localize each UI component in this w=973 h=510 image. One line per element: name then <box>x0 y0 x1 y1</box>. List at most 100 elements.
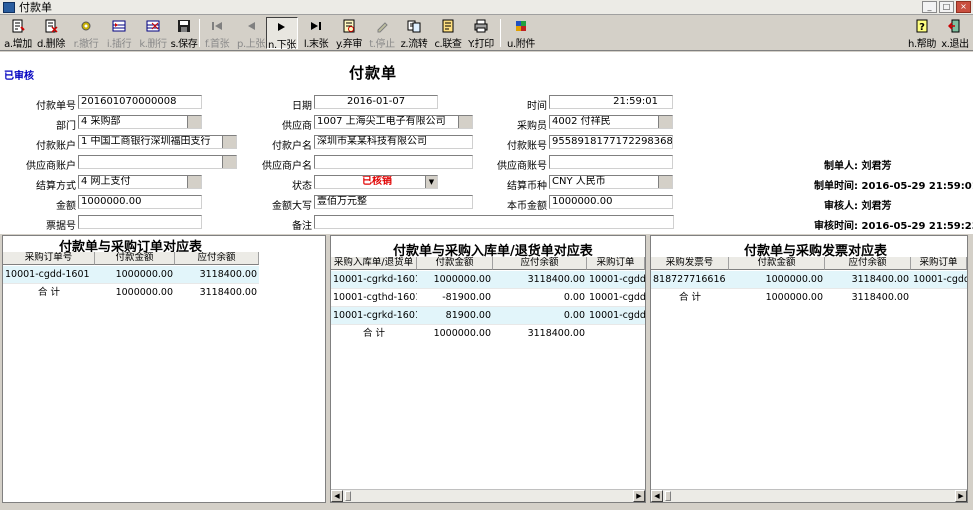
label-pay-account-no: 付款账号 <box>507 141 547 152</box>
table-cell: 10001-cgdd-1601 <box>5 269 90 280</box>
link-query-button[interactable]: c.联查 <box>432 17 464 50</box>
currency-field[interactable]: CNY 人民币 <box>549 175 673 189</box>
doc-no-field[interactable]: 201601070000008 <box>78 95 202 109</box>
scroll-left-icon[interactable]: ◀ <box>651 490 663 502</box>
label-supplier-account-name: 供应商户名 <box>262 161 312 172</box>
delete-row-button[interactable]: k.删行 <box>137 17 169 50</box>
table-cell: 1000000.00 <box>765 274 823 285</box>
dept-field[interactable]: 4 采购部 <box>78 115 202 129</box>
minimize-button[interactable]: _ <box>922 1 937 13</box>
label-time: 时间 <box>527 101 547 112</box>
dropdown-arrow-icon[interactable]: ▼ <box>425 176 437 188</box>
flow-button[interactable]: z.流转 <box>398 17 430 50</box>
lookup-button[interactable] <box>658 116 672 128</box>
help-button[interactable]: ? h.帮助 <box>906 17 938 50</box>
label-pay-account-name: 付款户名 <box>272 141 312 152</box>
help-icon: ? <box>915 19 929 33</box>
supplier-account-name-field[interactable] <box>314 155 473 169</box>
local-amount-field[interactable]: 1000000.00 <box>549 195 673 209</box>
horizontal-scrollbar[interactable]: ◀ ▶ <box>331 489 645 502</box>
amount-cn-field[interactable]: 壹佰万元整 <box>314 195 473 209</box>
label-currency: 结算币种 <box>507 181 547 192</box>
column-header[interactable]: 采购发票号 <box>651 257 729 270</box>
column-header[interactable]: 付款金额 <box>729 257 825 270</box>
audit-time-info: 审核时间: 2016-05-29 21:59:23 <box>814 221 973 232</box>
lookup-button[interactable] <box>187 176 201 188</box>
column-header[interactable]: 付款金额 <box>417 257 493 270</box>
prev-icon <box>244 19 258 33</box>
close-button[interactable]: × <box>956 1 971 13</box>
lookup-button[interactable] <box>658 176 672 188</box>
stop-icon <box>375 19 389 33</box>
ticket-no-field[interactable] <box>78 215 202 229</box>
first-button[interactable]: f.首张 <box>201 17 233 50</box>
total-cell: 1000000.00 <box>433 328 491 339</box>
supplier-account-no-field[interactable] <box>549 155 673 169</box>
flow-icon <box>407 19 421 33</box>
total-cell: 3118400.00 <box>199 287 257 298</box>
column-header[interactable]: 应付余额 <box>175 252 259 265</box>
printer-icon <box>474 19 488 33</box>
column-header[interactable]: 付款金额 <box>95 252 175 265</box>
app-icon <box>3 1 15 13</box>
maximize-button[interactable]: □ <box>939 1 954 13</box>
save-button[interactable]: s.保存 <box>168 17 200 50</box>
total-label: 合 计 <box>37 287 61 298</box>
column-header[interactable]: 采购订单 <box>587 257 645 270</box>
delete-button[interactable]: d.删除 <box>35 17 67 50</box>
pay-account-name-field[interactable]: 深圳市某某科技有限公司 <box>314 135 473 149</box>
maker-info: 制单人: 刘君芳 <box>824 161 892 172</box>
scroll-left-icon[interactable]: ◀ <box>331 490 343 502</box>
next-button[interactable]: n.下张 <box>266 17 298 51</box>
print-button[interactable]: Y.打印 <box>465 17 497 50</box>
label-ticket-no: 票据号 <box>46 221 76 232</box>
column-header[interactable]: 采购订单号 <box>3 252 95 265</box>
delete-doc-icon <box>44 19 58 33</box>
stop-button[interactable]: t.停止 <box>366 17 398 50</box>
unapprove-button[interactable]: y.弃审 <box>333 17 365 50</box>
column-header[interactable]: 应付余额 <box>825 257 911 270</box>
date-field[interactable]: 2016-01-07 <box>314 95 438 109</box>
lookup-button[interactable] <box>187 116 201 128</box>
label-remark: 备注 <box>292 221 312 232</box>
title-bar: 付款单 _ □ × <box>0 0 973 15</box>
total-label: 合 计 <box>678 292 702 303</box>
retrieve-button[interactable]: r.撤行 <box>70 17 102 50</box>
scroll-right-icon[interactable]: ▶ <box>633 490 645 502</box>
delete-row-icon <box>146 19 160 33</box>
insert-row-button[interactable]: i.插行 <box>103 17 135 50</box>
scroll-thumb[interactable] <box>345 491 351 501</box>
horizontal-scrollbar[interactable]: ◀ ▶ <box>651 489 967 502</box>
column-header[interactable]: 采购入库单/退货单 <box>331 257 417 270</box>
time-field[interactable]: 21:59:01 <box>549 95 673 109</box>
remark-field[interactable] <box>314 215 674 229</box>
column-header[interactable]: 应付余额 <box>493 257 587 270</box>
amount-field[interactable]: 1000000.00 <box>78 195 202 209</box>
save-icon <box>177 19 191 33</box>
scroll-thumb[interactable] <box>665 491 671 501</box>
attach-button[interactable]: u.附件 <box>505 17 537 50</box>
first-icon <box>210 19 224 33</box>
label-supplier: 供应商 <box>282 121 312 132</box>
exit-button[interactable]: x.退出 <box>939 17 971 50</box>
lookup-button[interactable] <box>222 156 236 168</box>
add-button[interactable]: a.增加 <box>2 17 34 50</box>
supplier-account-field[interactable] <box>78 155 237 169</box>
column-header[interactable]: 采购订单 <box>911 257 967 270</box>
last-button[interactable]: l.末张 <box>300 17 332 50</box>
pay-account-no-field[interactable]: 9558918177172298368 <box>549 135 673 149</box>
supplier-field[interactable]: 1007 上海尖工电子有限公司 <box>314 115 473 129</box>
label-doc-no: 付款单号 <box>36 101 76 112</box>
lookup-button[interactable] <box>222 136 236 148</box>
state-select[interactable]: 已核销 ▼ <box>314 175 438 189</box>
table-cell: 10001-cgdd- <box>589 274 645 285</box>
pay-account-field[interactable]: 1 中国工商银行深圳福田支行 <box>78 135 237 149</box>
status-badge: 已审核 <box>4 71 34 82</box>
scroll-right-icon[interactable]: ▶ <box>955 490 967 502</box>
order-mapping-panel: 付款单与采购订单对应表 采购订单号 付款金额 应付余额 10001-cgdd-1… <box>2 235 326 503</box>
settle-method-field[interactable]: 4 网上支付 <box>78 175 202 189</box>
label-local-amount: 本币金额 <box>507 201 547 212</box>
lookup-button[interactable] <box>458 116 472 128</box>
buyer-field[interactable]: 4002 付祥民 <box>549 115 673 129</box>
prev-button[interactable]: p.上张 <box>235 17 267 50</box>
